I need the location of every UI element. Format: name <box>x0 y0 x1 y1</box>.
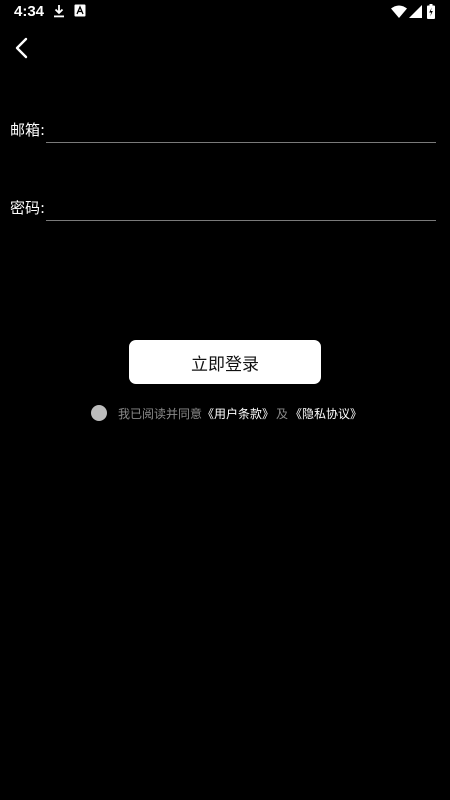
password-row: 密码: <box>0 191 450 225</box>
wifi-icon <box>391 5 407 18</box>
app-notification-icon <box>74 4 86 17</box>
login-screen: 4:34 邮箱: 密码: 立即登录 我已阅读并同意 《用户条款》 及 《隐私协议… <box>0 0 450 800</box>
password-field[interactable] <box>46 191 436 221</box>
status-time: 4:34 <box>14 3 45 20</box>
status-bar: 4:34 <box>0 0 450 24</box>
terms-link[interactable]: 《用户条款》 <box>202 405 274 422</box>
agreement-row: 我已阅读并同意 《用户条款》 及 《隐私协议》 <box>91 404 362 422</box>
battery-charging-icon <box>427 4 435 19</box>
agreement-conjunction: 及 <box>276 406 289 421</box>
email-field[interactable] <box>46 113 436 143</box>
email-row: 邮箱: <box>0 113 450 147</box>
back-button[interactable] <box>10 34 36 62</box>
agreement-prefix: 我已阅读并同意 <box>118 406 203 421</box>
download-icon <box>54 5 64 18</box>
email-label: 邮箱: <box>10 121 46 139</box>
privacy-link[interactable]: 《隐私协议》 <box>290 405 362 422</box>
signal-icon <box>409 5 422 18</box>
chevron-left-icon <box>15 37 28 59</box>
agreement-radio[interactable] <box>91 405 107 421</box>
login-button[interactable]: 立即登录 <box>129 340 321 384</box>
password-label: 密码: <box>10 199 46 217</box>
